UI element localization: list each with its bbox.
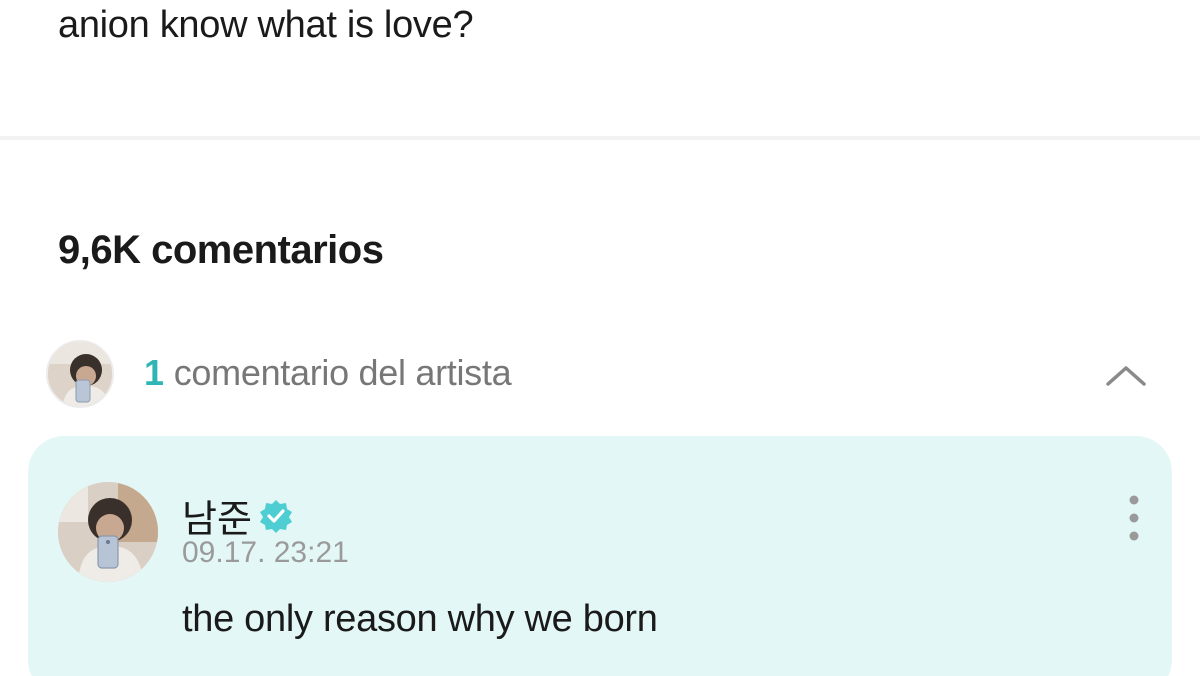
verified-badge-icon: [259, 499, 292, 533]
author-name: 남준: [182, 499, 252, 541]
artist-comment-count: 1: [144, 352, 164, 393]
section-divider: [0, 136, 1200, 140]
artist-comment-card: 남준 09.17. 23:21 the only reason why we b…: [28, 436, 1172, 676]
chevron-up-icon[interactable]: [1104, 354, 1148, 398]
artist-avatar-small: [46, 340, 114, 408]
post-text: anion know what is love?: [58, 4, 474, 46]
comment-author[interactable]: 남준: [182, 488, 294, 543]
artist-comment-label: 1 comentario del artista: [144, 352, 512, 394]
comment-count: 9,6K comentarios: [58, 228, 384, 272]
comment-body: the only reason why we born: [182, 598, 658, 640]
more-vertical-icon[interactable]: [1124, 492, 1144, 544]
artist-avatar[interactable]: [58, 482, 158, 582]
artist-comments-toggle[interactable]: 1 comentario del artista: [46, 340, 1156, 412]
post-page: anion know what is love? 9,6K comentario…: [0, 0, 1200, 676]
comment-timestamp: 09.17. 23:21: [182, 536, 349, 569]
artist-comment-text: comentario del artista: [173, 352, 512, 393]
